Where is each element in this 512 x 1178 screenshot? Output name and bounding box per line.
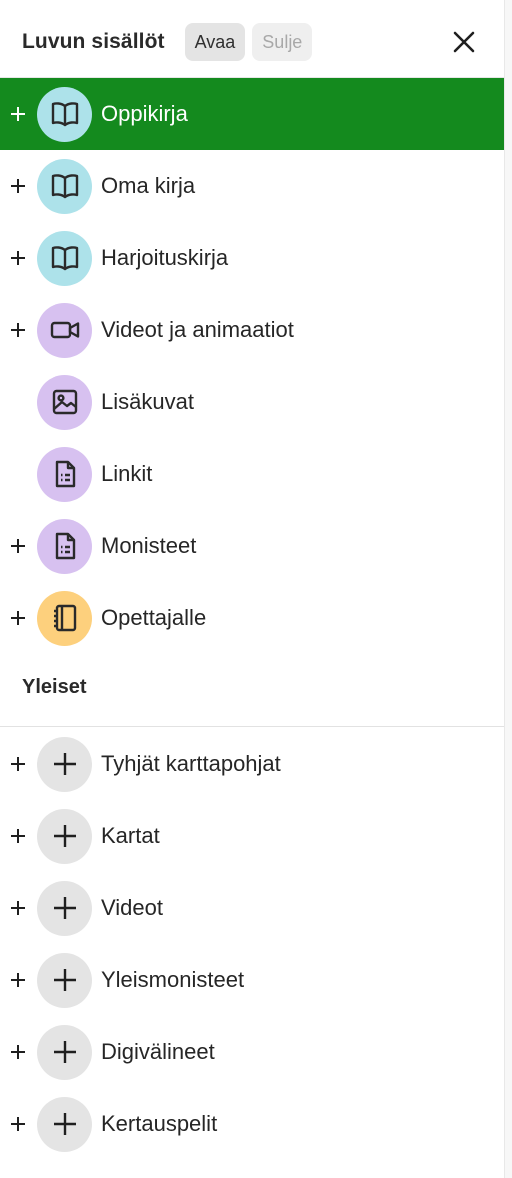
expand-plus-icon[interactable] <box>10 972 26 988</box>
list-item-videot-ja-animaatiot[interactable]: Videot ja animaatiot <box>0 294 504 366</box>
expand-plus-icon[interactable] <box>10 610 26 626</box>
plus-icon <box>37 736 92 792</box>
expand-plus-icon[interactable] <box>10 106 26 122</box>
document-icon <box>37 518 92 574</box>
expand-plus-icon[interactable] <box>10 250 26 266</box>
plus-icon <box>37 952 92 1008</box>
list-item-label: Oppikirja <box>101 101 188 126</box>
chapter-contents-panel: Luvun sisällöt Avaa Sulje Oppikirja Oma … <box>0 0 504 1178</box>
open-all-button[interactable]: Avaa <box>184 23 246 61</box>
book-icon <box>37 158 92 214</box>
list-item-label: Yleismonisteet <box>101 967 245 992</box>
list-item-label: Monisteet <box>101 533 197 558</box>
expand-plus-icon[interactable] <box>10 828 26 844</box>
expand-plus-icon[interactable] <box>10 1116 26 1132</box>
plus-icon <box>37 880 92 936</box>
plus-icon <box>37 808 92 864</box>
list-item-label: Videot ja animaatiot <box>101 317 294 342</box>
list-item-oppikirja[interactable]: Oppikirja <box>0 78 504 150</box>
list-item-lisakuvat[interactable]: Lisäkuvat <box>0 366 504 438</box>
panel-title: Luvun sisällöt <box>22 30 165 53</box>
list-item-videot[interactable]: Videot <box>0 872 504 944</box>
expand-plus-icon[interactable] <box>10 756 26 772</box>
expand-plus-icon[interactable] <box>10 322 26 338</box>
list-item-label: Kertauspelit <box>101 1111 218 1136</box>
list-item-label: Tyhjät karttapohjat <box>101 751 281 776</box>
section-title-general: Yleiset <box>22 676 87 698</box>
image-icon <box>37 374 92 430</box>
expand-plus-icon[interactable] <box>10 178 26 194</box>
list-item-label: Kartat <box>101 823 160 848</box>
plus-icon <box>37 1024 92 1080</box>
close-icon <box>453 31 475 53</box>
list-item-label: Oma kirja <box>101 173 196 198</box>
plus-icon <box>37 1096 92 1152</box>
expand-plus-icon[interactable] <box>10 1044 26 1060</box>
expand-plus-icon[interactable] <box>10 538 26 554</box>
list-item-tyhjat-karttapohjat[interactable]: Tyhjät karttapohjat <box>0 728 504 800</box>
list-item-label: Digivälineet <box>101 1039 215 1064</box>
notebook-icon <box>37 590 92 646</box>
list-item-kertauspelit[interactable]: Kertauspelit <box>0 1088 504 1160</box>
list-item-label: Videot <box>101 895 163 920</box>
video-camera-icon <box>37 302 92 358</box>
list-item-yleismonisteet[interactable]: Yleismonisteet <box>0 944 504 1016</box>
list-item-digivalineet[interactable]: Digivälineet <box>0 1016 504 1088</box>
document-icon <box>37 446 92 502</box>
list-item-label: Opettajalle <box>101 605 207 630</box>
panel-header: Luvun sisällöt Avaa Sulje <box>0 10 504 74</box>
panel-scroll-edge <box>504 0 512 1178</box>
list-item-label: Harjoituskirja <box>101 245 229 270</box>
list-item-linkit[interactable]: Linkit <box>0 438 504 510</box>
book-icon <box>37 230 92 286</box>
list-item-oma-kirja[interactable]: Oma kirja <box>0 150 504 222</box>
list-item-harjoituskirja[interactable]: Harjoituskirja <box>0 222 504 294</box>
expand-plus-icon[interactable] <box>10 900 26 916</box>
list-item-label: Linkit <box>101 461 153 486</box>
list-item-kartat[interactable]: Kartat <box>0 800 504 872</box>
close-panel-button[interactable] <box>446 24 482 60</box>
close-all-button[interactable]: Sulje <box>252 23 313 61</box>
list-item-monisteet[interactable]: Monisteet <box>0 510 504 582</box>
section-divider <box>0 726 504 727</box>
list-item-opettajalle[interactable]: Opettajalle <box>0 582 504 654</box>
book-icon <box>37 86 92 142</box>
list-item-label: Lisäkuvat <box>101 389 194 414</box>
